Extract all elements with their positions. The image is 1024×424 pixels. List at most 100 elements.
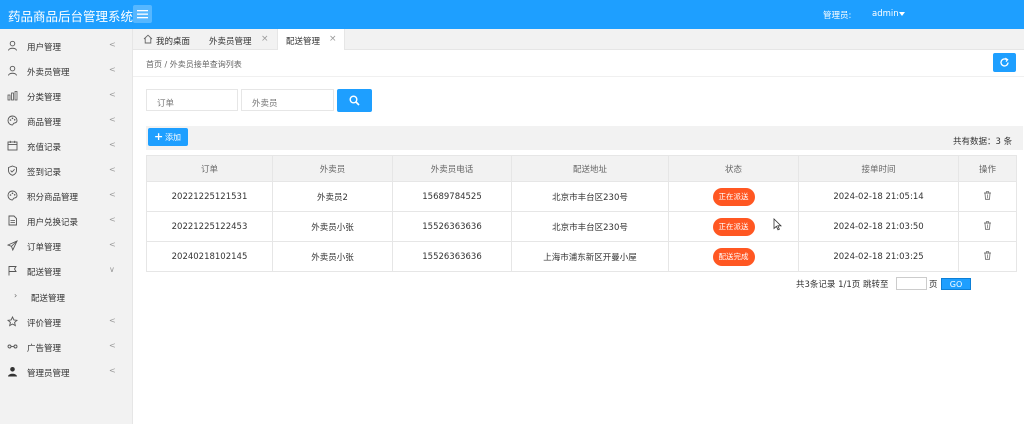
chevron-left-icon: < — [109, 341, 116, 350]
top-bar: 药品商品后台管理系统 管理员: admin — [0, 0, 1024, 29]
sidebar-item-label: 签到记录 — [27, 168, 62, 178]
palette-icon — [7, 190, 18, 201]
admin-label: 管理员: — [823, 11, 852, 21]
app-title: 药品商品后台管理系统 — [8, 9, 134, 24]
table-cell: 15526363636 — [392, 211, 512, 242]
sidebar-item[interactable]: 积分商品管理 < — [0, 183, 132, 208]
sidebar-subitem-delivery[interactable]: › 配送管理 — [0, 284, 132, 309]
sidebar-item-label: 管理员管理 — [27, 369, 70, 379]
table-row: 20221225121531 外卖员2 15689784525 北京市丰台区230号 正… — [146, 181, 1017, 212]
chevron-left-icon: < — [109, 40, 116, 49]
close-icon[interactable]: × — [261, 34, 269, 44]
pager-summary: 共3条记录 1/1页 跳转至 — [796, 280, 889, 290]
shield-icon — [8, 165, 17, 176]
user-icon — [8, 40, 17, 51]
chevron-left-icon: < — [109, 90, 116, 99]
table-cell: 20240218102145 — [146, 241, 273, 272]
tab-courier-management[interactable]: 外卖员管理 × — [203, 29, 277, 50]
refresh-button[interactable] — [993, 53, 1016, 72]
page-jump-input[interactable] — [896, 277, 927, 290]
calendar-icon — [7, 140, 18, 151]
chevron-right-icon: › — [14, 291, 18, 300]
flag-icon — [8, 266, 17, 276]
breadcrumb: 首页 / 外卖员接单查询列表 — [146, 60, 242, 69]
trash-icon[interactable] — [983, 190, 992, 200]
sidebar-item[interactable]: 商品管理 < — [0, 108, 132, 133]
chevron-left-icon: < — [109, 115, 116, 124]
menu-toggle-button[interactable] — [133, 5, 152, 23]
home-icon — [143, 34, 153, 44]
table-toolbar — [146, 126, 1023, 150]
person-icon — [8, 367, 17, 377]
sidebar-item-label: 充值记录 — [27, 143, 62, 153]
tab-label: 我的桌面 — [156, 37, 191, 47]
table-cell: 15526363636 — [392, 241, 512, 272]
trash-icon[interactable] — [983, 250, 992, 260]
sidebar-item[interactable]: 外卖员管理 < — [0, 58, 132, 83]
chevron-left-icon: < — [109, 366, 116, 375]
menu-icon — [137, 10, 148, 19]
sidebar-item[interactable]: 分类管理 < — [0, 83, 132, 108]
chevron-left-icon: < — [109, 316, 116, 325]
caret-down-icon[interactable] — [899, 12, 905, 16]
table-header-row: 订单 外卖员 外卖员电话 配送地址 状态 接单时间 操作 — [146, 155, 1017, 182]
refresh-icon — [1000, 57, 1009, 67]
courier-search-input[interactable] — [241, 89, 334, 111]
trash-icon[interactable] — [983, 220, 992, 230]
admin-name[interactable]: admin — [872, 9, 899, 19]
sidebar-item[interactable]: 订单管理 < — [0, 233, 132, 258]
table-cell: 2024-02-18 21:05:14 — [798, 181, 959, 212]
divider — [133, 76, 1024, 77]
sidebar-item[interactable]: 管理员管理 < — [0, 359, 132, 384]
table-cell: 15689784525 — [392, 181, 512, 212]
table-cell: 外卖员小张 — [272, 241, 393, 272]
pager-suffix: 页 — [929, 280, 938, 290]
sidebar-item-label: 配送管理 — [27, 268, 62, 278]
order-search-input[interactable] — [146, 89, 238, 111]
go-button[interactable]: GO — [941, 278, 971, 290]
table-cell: 外卖员2 — [272, 181, 393, 212]
user-icon — [8, 65, 17, 76]
chevron-left-icon: < — [109, 65, 116, 74]
table-cell: 北京市丰台区230号 — [511, 211, 669, 242]
tab-label: 外卖员管理 — [209, 37, 252, 47]
chevron-down-icon: ∨ — [109, 265, 115, 274]
tab-bar: 我的桌面 外卖员管理 × 配送管理 × — [133, 29, 1024, 50]
sidebar-item[interactable]: 签到记录 < — [0, 158, 132, 183]
status-badge: 正在派送 — [712, 187, 755, 206]
sidebar-item-label: 外卖员管理 — [27, 68, 70, 78]
chevron-left-icon: < — [109, 140, 116, 149]
sidebar-item-label: 评价管理 — [27, 319, 62, 329]
document-icon — [8, 215, 17, 226]
table-row: 20240218102145 外卖员小张 15526363636 上海市浦东新区开曼小… — [146, 241, 1017, 272]
sidebar-item[interactable]: 用户兑换记录 < — [0, 208, 132, 233]
sidebar-item[interactable]: 用户管理 < — [0, 33, 132, 58]
add-button[interactable]: + 添加 — [148, 128, 188, 146]
sidebar-item[interactable]: 评价管理 < — [0, 309, 132, 334]
sidebar-item[interactable]: 充值记录 < — [0, 133, 132, 158]
sidebar-item[interactable]: 广告管理 < — [0, 334, 132, 359]
link-icon — [7, 344, 18, 349]
table-row: 20221225122453 外卖员小张 15526363636 北京市丰台区230号… — [146, 211, 1017, 242]
sidebar-item[interactable]: 配送管理 ∨ — [0, 258, 132, 283]
mouse-cursor-icon — [773, 218, 782, 231]
status-cell: 正在派送 — [668, 181, 799, 212]
column-header: 状态 — [668, 155, 799, 182]
column-header: 接单时间 — [798, 155, 959, 182]
action-cell — [958, 211, 1017, 242]
sidebar-item-label: 订单管理 — [27, 243, 62, 253]
sidebar-item-label: 广告管理 — [27, 344, 62, 354]
tab-label: 配送管理 — [286, 37, 321, 47]
total-count: 共有数据：3 条 — [953, 137, 1013, 147]
tab-delivery-management[interactable]: 配送管理 × — [277, 29, 345, 50]
status-badge: 配送完成 — [712, 247, 755, 266]
chart-icon — [7, 91, 18, 101]
search-button[interactable] — [337, 89, 372, 112]
close-icon[interactable]: × — [329, 34, 337, 44]
tab-my-desktop[interactable]: 我的桌面 — [139, 29, 203, 50]
status-badge: 正在派送 — [712, 217, 755, 236]
send-icon — [7, 240, 18, 251]
column-header: 订单 — [146, 155, 273, 182]
table-cell: 2024-02-18 21:03:25 — [798, 241, 959, 272]
action-cell — [958, 241, 1017, 272]
